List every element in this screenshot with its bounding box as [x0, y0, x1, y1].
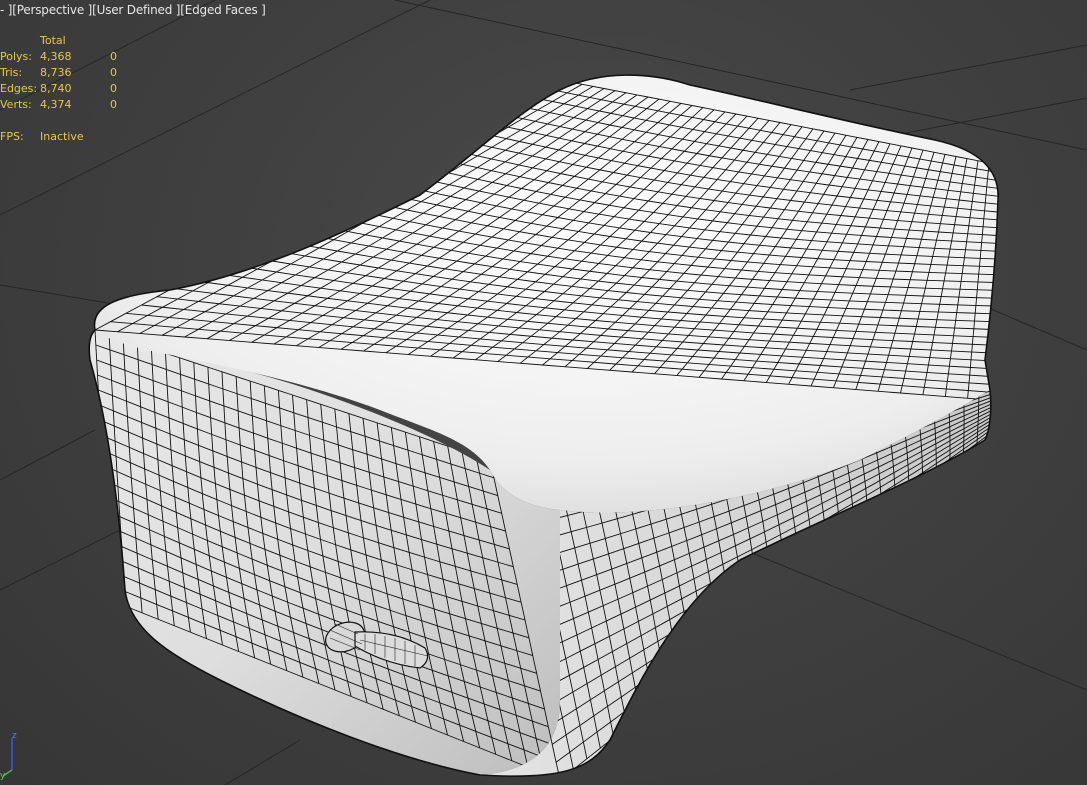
axis-z-label: z — [12, 731, 17, 741]
axis-y-label: y — [0, 771, 6, 780]
perspective-viewport[interactable]: - ][Perspective ][User Defined ][Edged F… — [0, 0, 1087, 785]
shading-mode[interactable]: [User Defined ] — [92, 3, 180, 17]
scene-canvas[interactable] — [0, 0, 1087, 785]
display-mode[interactable]: [Edged Faces ] — [180, 3, 266, 17]
axis-tripod-icon: z y — [0, 731, 17, 780]
viewport-menu[interactable]: - ] — [0, 3, 12, 17]
cushion-mesh[interactable] — [88, 74, 1000, 780]
view-name[interactable]: [Perspective ] — [12, 3, 92, 17]
stats-header: Total — [40, 34, 66, 47]
viewport-label[interactable]: - ][Perspective ][User Defined ][Edged F… — [0, 3, 266, 17]
